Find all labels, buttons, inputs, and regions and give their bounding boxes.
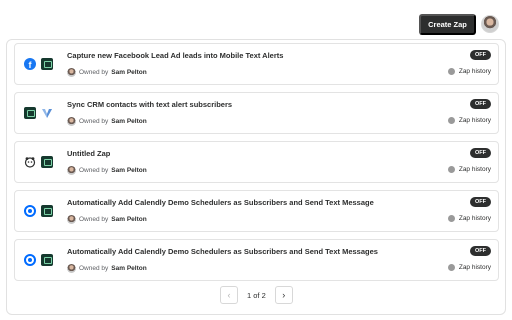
zap-owner: Owned by Sam Pelton (67, 117, 147, 126)
zap-title[interactable]: Automatically Add Calendly Demo Schedule… (67, 198, 374, 207)
facebook-icon: f (24, 58, 36, 70)
owner-avatar (67, 215, 76, 224)
zap-status-toggle[interactable]: OFF (470, 246, 491, 256)
zap-history-label: Zap history (458, 68, 491, 75)
zap-history-link[interactable]: Zap history (447, 166, 491, 173)
owner-avatar (67, 264, 76, 273)
zap-row[interactable]: f Capture new Facebook Lead Ad leads int… (14, 43, 499, 85)
text-alerts-icon (41, 205, 53, 217)
chevron-right-icon: › (282, 290, 286, 300)
zap-history-label: Zap history (458, 117, 491, 124)
zap-status-toggle[interactable]: OFF (470, 197, 491, 207)
owner-prefix: Owned by (79, 216, 109, 223)
zap-row[interactable]: Sync CRM contacts with text alert subscr… (14, 92, 499, 134)
zap-title[interactable]: Capture new Facebook Lead Ad leads into … (67, 51, 283, 60)
owner-prefix: Owned by (79, 265, 109, 272)
zap-history-label: Zap history (458, 215, 491, 222)
zap-title[interactable]: Untitled Zap (67, 149, 110, 158)
text-alerts-icon (41, 254, 53, 266)
zap-row[interactable]: Untitled Zap Owned by Sam Pelton OFF Zap… (14, 141, 499, 183)
history-icon (447, 215, 455, 222)
crm-icon (41, 107, 53, 119)
zap-status-toggle[interactable]: OFF (470, 99, 491, 109)
zap-owner: Owned by Sam Pelton (67, 166, 147, 175)
zap-owner: Owned by Sam Pelton (67, 264, 147, 273)
owner-name: Sam Pelton (111, 265, 147, 272)
owner-name: Sam Pelton (111, 216, 147, 223)
pagination: ‹ 1 of 2 › (220, 286, 293, 304)
text-alerts-icon (41, 58, 53, 70)
zap-row[interactable]: Automatically Add Calendly Demo Schedule… (14, 239, 499, 281)
history-icon (447, 68, 455, 75)
owner-prefix: Owned by (79, 69, 109, 76)
zap-app-icons (24, 107, 53, 119)
owner-name: Sam Pelton (111, 118, 147, 125)
history-icon (447, 264, 455, 271)
text-alerts-icon (41, 156, 53, 168)
previous-page-button[interactable]: ‹ (220, 286, 238, 304)
zap-history-link[interactable]: Zap history (447, 264, 491, 271)
create-zap-button[interactable]: Create Zap (419, 14, 476, 35)
zap-history-link[interactable]: Zap history (447, 68, 491, 75)
history-icon (447, 166, 455, 173)
zap-row[interactable]: Automatically Add Calendly Demo Schedule… (14, 190, 499, 232)
next-page-button[interactable]: › (274, 286, 293, 304)
zap-history-link[interactable]: Zap history (447, 215, 491, 222)
user-avatar[interactable] (481, 15, 499, 33)
zap-owner: Owned by Sam Pelton (67, 68, 147, 77)
owner-avatar (67, 166, 76, 175)
calendly-icon (24, 205, 36, 217)
mailchimp-icon (24, 156, 36, 168)
zap-history-link[interactable]: Zap history (447, 117, 491, 124)
owner-prefix: Owned by (79, 167, 109, 174)
zap-history-label: Zap history (458, 264, 491, 271)
zap-status-toggle[interactable]: OFF (470, 148, 491, 158)
zap-app-icons (24, 205, 53, 217)
owner-name: Sam Pelton (111, 167, 147, 174)
zap-title[interactable]: Sync CRM contacts with text alert subscr… (67, 100, 232, 109)
zap-app-icons (24, 254, 53, 266)
owner-avatar (67, 117, 76, 126)
zap-history-label: Zap history (458, 166, 491, 173)
chevron-left-icon: ‹ (227, 290, 231, 300)
calendly-icon (24, 254, 36, 266)
text-alerts-icon (24, 107, 36, 119)
zap-status-toggle[interactable]: OFF (470, 50, 491, 60)
owner-prefix: Owned by (79, 118, 109, 125)
zap-title[interactable]: Automatically Add Calendly Demo Schedule… (67, 247, 378, 256)
zap-app-icons: f (24, 58, 53, 70)
owner-name: Sam Pelton (111, 69, 147, 76)
owner-avatar (67, 68, 76, 77)
history-icon (447, 117, 455, 124)
zap-app-icons (24, 156, 53, 168)
page-indicator: 1 of 2 (247, 290, 266, 300)
zap-owner: Owned by Sam Pelton (67, 215, 147, 224)
